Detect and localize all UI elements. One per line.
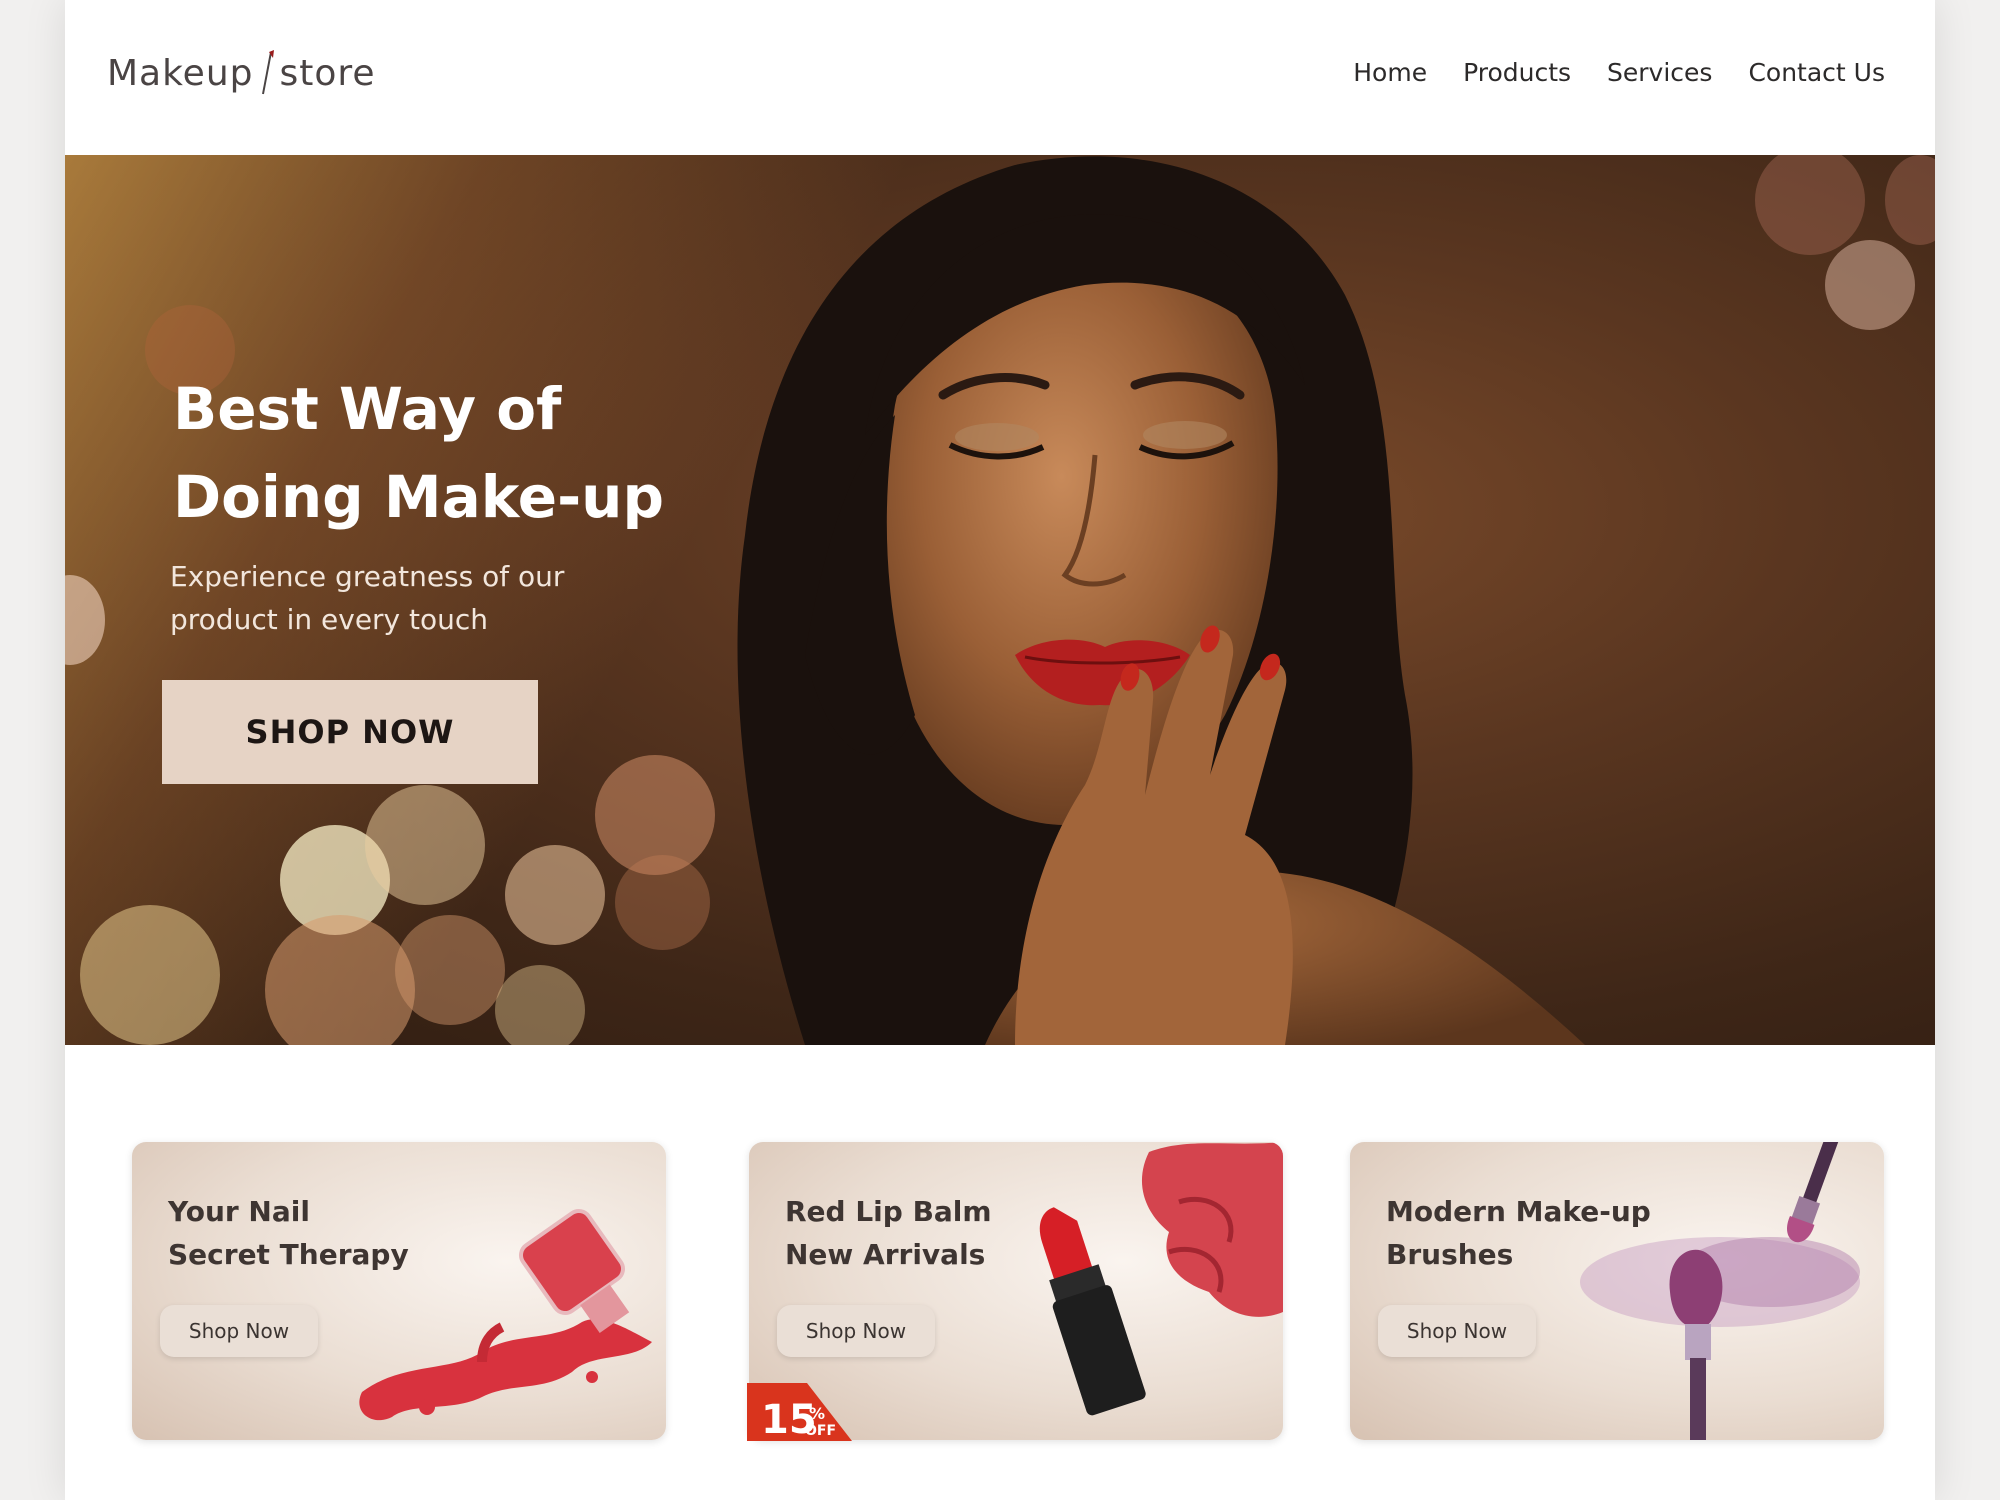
card-shop-now-button[interactable]: Shop Now bbox=[1378, 1305, 1536, 1357]
hero-banner: Best Way of Doing Make-up Experience gre… bbox=[65, 155, 1935, 1045]
lipstick-icon bbox=[1039, 1142, 1283, 1416]
promo-card-nail[interactable]: Your Nail Secret Therapy Shop Now bbox=[132, 1142, 666, 1440]
hero-title-line2: Doing Make-up bbox=[173, 463, 664, 531]
header: Makeup store Home Products Services Cont… bbox=[65, 0, 1935, 155]
discount-badge: 15 % OFF bbox=[747, 1383, 852, 1441]
shop-now-button[interactable]: SHOP NOW bbox=[162, 680, 538, 784]
logo-text-right: store bbox=[279, 52, 376, 94]
hero-subtitle-line2: product in every touch bbox=[170, 603, 489, 636]
nail-polish-icon bbox=[359, 1209, 652, 1421]
logo-brush-icon bbox=[260, 50, 274, 96]
hero-title-line1: Best Way of bbox=[173, 375, 562, 443]
model-portrait-image bbox=[737, 156, 1585, 1045]
page: Makeup store Home Products Services Cont… bbox=[65, 0, 1935, 1500]
badge-off: OFF bbox=[805, 1423, 836, 1439]
main-nav: Home Products Services Contact Us bbox=[1317, 58, 1885, 87]
nav-home[interactable]: Home bbox=[1353, 58, 1427, 87]
nav-products[interactable]: Products bbox=[1463, 58, 1571, 87]
badge-percent: % bbox=[809, 1404, 825, 1423]
logo[interactable]: Makeup store bbox=[107, 50, 376, 96]
hero-title: Best Way of Doing Make-up bbox=[173, 365, 773, 541]
hero-subtitle: Experience greatness of our product in e… bbox=[170, 555, 600, 641]
card-shop-now-button[interactable]: Shop Now bbox=[160, 1305, 318, 1357]
nav-contact-us[interactable]: Contact Us bbox=[1748, 58, 1885, 87]
card-shop-now-button[interactable]: Shop Now bbox=[777, 1305, 935, 1357]
promo-card-brushes[interactable]: Modern Make-up Brushes Shop Now bbox=[1350, 1142, 1884, 1440]
hero-subtitle-line1: Experience greatness of our bbox=[170, 560, 565, 593]
logo-text-left: Makeup bbox=[107, 52, 254, 94]
makeup-brush-icon bbox=[1580, 1142, 1860, 1440]
nav-services[interactable]: Services bbox=[1607, 58, 1712, 87]
